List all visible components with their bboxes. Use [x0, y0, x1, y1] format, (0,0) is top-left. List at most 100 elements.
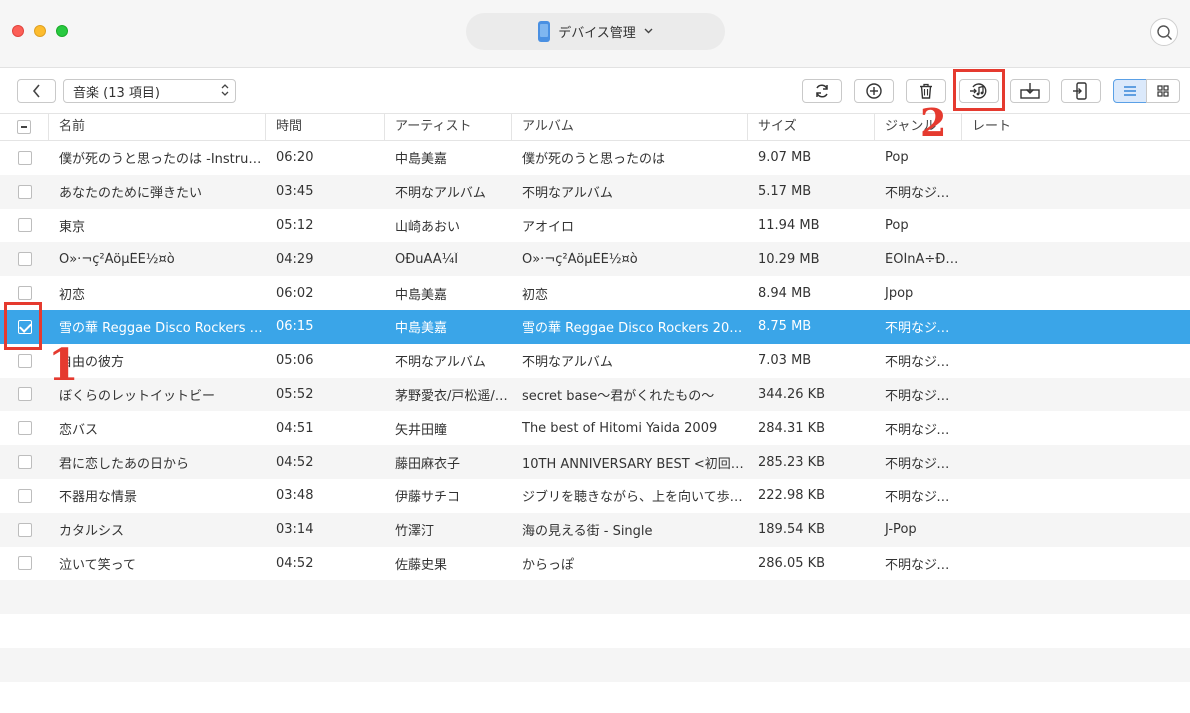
column-header-time[interactable]: 時間	[266, 114, 385, 140]
select-all-checkbox[interactable]	[0, 114, 49, 140]
row-checkbox[interactable]	[0, 353, 49, 368]
cell-size: 5.17 MB	[758, 184, 812, 200]
row-checkbox[interactable]	[0, 556, 49, 571]
cell-album: 不明なアルバム	[522, 355, 613, 371]
cell-time: 03:14	[276, 522, 314, 538]
cell-genre: Jpop	[885, 285, 914, 301]
cell-artist: 山崎あおい	[395, 219, 461, 235]
cell-artist: 中島美嘉	[395, 321, 448, 337]
step2-highlight-box	[953, 69, 1005, 111]
device-selector[interactable]: デバイス管理	[466, 13, 725, 50]
table-row[interactable]: あなたのために弾きたい 03:45 不明なアルバム 不明なアルバム 5.17 MB 不明な…	[0, 174, 1190, 209]
cell-album: からっぽ	[522, 557, 575, 573]
table-row[interactable]: カタルシス 03:14 竹澤汀 海の見える街 - Single 189.54 KB J-P…	[0, 512, 1190, 547]
list-view-icon	[1124, 86, 1136, 96]
cell-time: 05:06	[276, 353, 314, 369]
table-row[interactable]: 恋バス 04:51 矢井田瞳 The best of Hitomi Yaida 200…	[0, 411, 1190, 445]
row-checkbox[interactable]	[0, 522, 49, 537]
cell-size: 8.75 MB	[758, 319, 812, 335]
cell-genre: 不明なジャ…	[885, 355, 962, 371]
cell-size: 11.94 MB	[758, 217, 820, 233]
table-row[interactable]: 自由の彼方 05:06 不明なアルバム 不明なアルバム 7.03 MB 不明なジャ…	[0, 344, 1190, 378]
cell-size: 284.31 KB	[758, 420, 826, 436]
cell-time: 03:48	[276, 488, 314, 504]
chevron-down-icon	[644, 26, 653, 37]
cell-name: カタルシス	[59, 524, 125, 540]
cell-size: 285.23 KB	[758, 454, 826, 470]
to-device-icon	[1073, 82, 1087, 100]
row-checkbox[interactable]	[0, 421, 49, 436]
to-device-button[interactable]	[1061, 79, 1101, 103]
row-checkbox[interactable]	[0, 184, 49, 199]
trash-icon	[920, 83, 932, 99]
table-row[interactable]: 不器用な情景 03:48 伊藤サチコ ジブリを聴きながら、上を向いて歩こう 222.98…	[0, 479, 1190, 513]
cell-genre: 不明なジャ…	[885, 186, 962, 202]
cell-name: 雪の華 Reggae Disco Rockers 2018…	[59, 321, 266, 337]
column-header-artist[interactable]: アーティスト	[385, 114, 512, 140]
row-checkbox[interactable]	[0, 286, 49, 301]
table-row[interactable]: 初恋 06:02 中島美嘉 初恋 8.94 MB Jpop	[0, 276, 1190, 310]
category-select[interactable]: 音楽 (13 項目)	[63, 79, 236, 103]
chevron-left-icon	[32, 84, 40, 98]
cell-album: 初恋	[522, 287, 549, 303]
cell-album: secret base〜君がくれたもの〜	[522, 388, 715, 404]
cell-name: 泣いて笑って	[59, 557, 136, 573]
cell-size: 222.98 KB	[758, 488, 826, 504]
refresh-button[interactable]	[802, 79, 842, 103]
cell-genre: 不明なジャ…	[885, 321, 962, 337]
close-window-button[interactable]	[12, 25, 24, 37]
cell-time: 04:52	[276, 454, 314, 470]
add-button[interactable]	[854, 79, 894, 103]
row-checkbox[interactable]	[0, 455, 49, 470]
table-row[interactable]: 僕が死のうと思ったのは -Instrumen… 06:20 中島美嘉 僕が死のうと思っ…	[0, 141, 1190, 175]
column-header-rating[interactable]: レート	[962, 114, 1190, 140]
cell-time: 06:02	[276, 285, 314, 301]
cell-name: 恋バス	[59, 422, 99, 438]
cell-size: 9.07 MB	[758, 150, 812, 166]
table-row[interactable]: 東京 05:12 山崎あおい アオイロ 11.94 MB Pop	[0, 209, 1190, 243]
updown-chevron-icon	[221, 83, 229, 99]
column-header-genre[interactable]: ジャンル	[875, 114, 962, 140]
device-selector-label: デバイス管理	[558, 26, 636, 41]
cell-name: あなたのために弾きたい	[59, 186, 203, 202]
row-checkbox[interactable]	[0, 488, 49, 503]
to-computer-button[interactable]	[1010, 79, 1050, 103]
grid-view-button[interactable]	[1146, 79, 1180, 103]
cell-name: 不器用な情景	[59, 490, 138, 506]
column-header-name[interactable]: 名前	[49, 114, 266, 140]
row-checkbox[interactable]	[0, 150, 49, 165]
back-button[interactable]	[17, 79, 56, 103]
to-computer-icon	[1020, 83, 1040, 99]
table-row[interactable]: ぼくらのレットイットビー 05:52 茅野愛衣/戸松遥/… secret base〜君…	[0, 377, 1190, 412]
row-checkbox[interactable]	[0, 252, 49, 267]
cell-album: ジブリを聴きながら、上を向いて歩こう	[522, 490, 748, 506]
row-checkbox[interactable]	[0, 387, 49, 402]
cell-genre: 不明なジャ…	[885, 456, 962, 472]
cell-time: 05:12	[276, 217, 314, 233]
cell-album: アオイロ	[522, 219, 575, 235]
cell-album: 海の見える街 - Single	[522, 524, 653, 540]
cell-album: 僕が死のうと思ったのは	[522, 152, 666, 168]
empty-row	[0, 614, 1190, 648]
table-row[interactable]: 君に恋したあの日から 04:52 藤田麻衣子 10TH ANNIVERSARY BES…	[0, 445, 1190, 479]
cell-artist: 竹澤汀	[395, 524, 435, 540]
cell-time: 05:52	[276, 386, 314, 402]
search-button[interactable]	[1150, 18, 1178, 46]
table-row[interactable]: Ò»·¬ç²ÀöµÊÈ½¤ò 04:29 ÖÐuÃÀ¼Î Ò»·¬ç²ÀöµÊÈ½¤ò…	[0, 242, 1190, 277]
cell-size: 8.94 MB	[758, 285, 812, 301]
cell-genre: 不明なジャ…	[885, 388, 962, 404]
cell-artist: ÖÐuÃÀ¼Î	[395, 251, 459, 267]
cell-album: The best of Hitomi Yaida 2009	[522, 420, 718, 436]
cell-genre: ÈÕÍnÁ÷ÐÐÒô	[885, 251, 962, 267]
list-view-button[interactable]	[1113, 79, 1147, 103]
table-row[interactable]: 雪の華 Reggae Disco Rockers 2018… 06:15 中島美嘉 雪…	[0, 309, 1190, 344]
cell-artist: 不明なアルバム	[395, 186, 486, 202]
column-header-album[interactable]: アルバム	[512, 114, 748, 140]
zoom-window-button[interactable]	[56, 25, 68, 37]
row-checkbox[interactable]	[0, 218, 49, 233]
column-header-size[interactable]: サイズ	[748, 114, 875, 140]
cell-artist: 不明なアルバム	[395, 355, 486, 371]
minimize-window-button[interactable]	[34, 25, 46, 37]
table-row[interactable]: 泣いて笑って 04:52 佐藤史果 からっぽ 286.05 KB 不明なジャ…	[0, 547, 1190, 581]
cell-name: 君に恋したあの日から	[59, 456, 190, 472]
